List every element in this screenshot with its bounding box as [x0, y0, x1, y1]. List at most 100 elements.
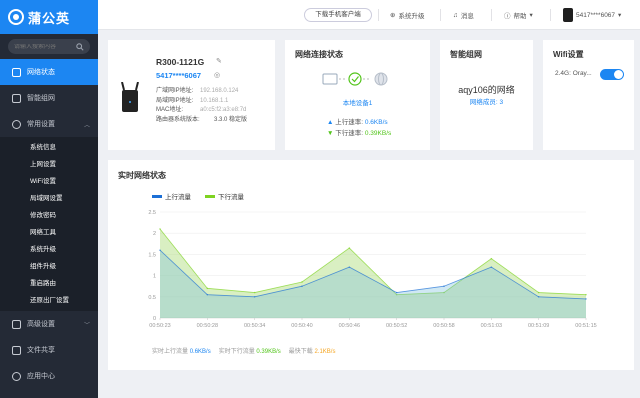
data-point	[253, 296, 256, 298]
messages-label: 消息	[460, 13, 474, 20]
download-app-button[interactable]: 下载手机客户端	[304, 8, 372, 22]
submenu-item-factory-reset[interactable]: 还原出厂设置	[0, 292, 98, 309]
footer-upload: 实时上行流量 0.6KB/s	[152, 346, 211, 355]
divider	[491, 9, 492, 21]
info-value: 3.3.0 稳定版	[214, 116, 248, 123]
data-point	[206, 293, 209, 296]
upgrade-icon: ⊕	[390, 12, 396, 19]
footer-download-value: 0.39KB/s	[256, 349, 281, 355]
upload-value: 0.6KB/s	[364, 119, 388, 126]
caret-down-icon: ▾	[618, 12, 622, 19]
sidebar-item-network-status[interactable]: 网络状态	[0, 59, 98, 85]
divider	[378, 9, 379, 21]
x-tick-label: 00:50:40	[291, 323, 312, 329]
footer-upload-value: 0.6KB/s	[189, 349, 211, 355]
submenu-item-component-upgrade[interactable]: 组件升级	[0, 258, 98, 275]
data-point	[348, 266, 351, 268]
data-point	[585, 298, 587, 300]
user-id: 5417****6067	[576, 11, 616, 19]
sidebar-item-advanced[interactable]: 高级设置 ﹀	[0, 311, 98, 337]
wifi-ssid: Oray...	[572, 70, 592, 77]
wifi-title: Wifi设置	[553, 50, 584, 59]
router-device-icon	[322, 73, 338, 85]
data-point	[301, 285, 303, 287]
wifi-toggle[interactable]	[600, 69, 624, 80]
sidebar-item-app-center[interactable]: 应用中心	[0, 363, 98, 389]
smart-network-name[interactable]: aqy106的网络	[440, 83, 533, 96]
footer-peak: 最快下载 2.1KB/s	[289, 346, 336, 355]
data-point	[301, 281, 303, 283]
smart-network-title: 智能组网	[450, 50, 482, 59]
sidebar-item-file-share[interactable]: 文件共享	[0, 337, 98, 363]
dandelion-logo-icon	[8, 9, 24, 25]
search-input[interactable]	[14, 43, 69, 50]
router-icon	[121, 82, 139, 112]
hide-eye-icon[interactable]: ◎	[214, 71, 220, 79]
connection-diagram	[322, 72, 388, 86]
submenu-item-lan[interactable]: 局域网设置	[0, 190, 98, 207]
data-point	[159, 228, 161, 230]
folder-icon	[12, 345, 21, 355]
submenu-item-wifi[interactable]: WiFi设置	[0, 173, 98, 190]
sidebar-item-label: 文件共享	[27, 347, 55, 354]
search-icon[interactable]	[76, 42, 84, 51]
upload-rate: ▲ 上行速率: 0.6KB/s	[327, 116, 388, 126]
wifi-band: 2.4G:	[555, 70, 571, 77]
sidebar-item-label: 应用中心	[27, 373, 55, 380]
legend-swatch	[205, 194, 215, 198]
smart-network-card: 智能组网 aqy106的网络 网络成员: 3	[440, 40, 533, 150]
wifi-band-row: 2.4G: Oray...	[555, 70, 592, 77]
submenu-item-reboot[interactable]: 重启路由	[0, 275, 98, 292]
sidebar-item-smart-network[interactable]: 智能组网	[0, 85, 98, 111]
realtime-card: 实时网络状态 上行流量 下行流量 0 0.5 1 1.5 2 2.5 00:50:23 00:…	[108, 160, 634, 370]
sidebar-item-common-settings[interactable]: 常用设置 ︿	[0, 111, 98, 137]
x-tick-label: 00:50:28	[197, 323, 218, 329]
divider	[440, 9, 441, 21]
advanced-icon	[12, 319, 21, 329]
globe-icon	[374, 72, 388, 86]
info-value: 10.168.1.1	[200, 97, 229, 104]
submenu-item-system-info[interactable]: 系统信息	[0, 139, 98, 156]
sidebar-item-label: 智能组网	[27, 95, 55, 102]
info-row: MAC地址: a0:c5:f2:a3:e8:7d	[156, 106, 247, 116]
y-tick-label: 0.5	[148, 295, 156, 301]
connection-title: 网络连接状态	[295, 50, 343, 59]
info-row: 局域网IP地址: 10.168.1.1	[156, 97, 247, 107]
info-label: 广域网IP地址:	[156, 88, 194, 94]
user-menu[interactable]: 5417****6067 ▾	[563, 8, 621, 22]
sidebar-item-label: 常用设置	[27, 121, 55, 128]
download-label: 下行速率:	[335, 130, 364, 137]
submenu-item-password[interactable]: 修改密码	[0, 207, 98, 224]
submenu-item-network-tools[interactable]: 网络工具	[0, 224, 98, 241]
data-point	[395, 291, 398, 294]
submenu-item-system-upgrade[interactable]: 系统升级	[0, 241, 98, 258]
members-label: 网络成员:	[469, 99, 498, 106]
data-point	[490, 257, 493, 260]
brand-logo[interactable]: 蒲公英	[0, 0, 98, 34]
data-point	[585, 293, 587, 296]
chevron-down-icon: ﹀	[83, 322, 90, 329]
x-tick-label: 00:50:34	[244, 323, 265, 329]
y-tick-label: 1.5	[148, 252, 156, 258]
network-icon	[12, 93, 21, 103]
info-label: 路由器系统版本:	[156, 116, 200, 123]
local-device-link[interactable]: 本地设备1	[285, 97, 430, 107]
help-menu[interactable]: ⓘ 帮助 ▾	[504, 10, 533, 20]
sidebar-item-label: 网络状态	[27, 69, 55, 76]
info-value: a0:c5:f2:a3:e8:7d	[200, 107, 247, 113]
info-value: 192.168.0.124	[200, 88, 239, 94]
upload-arrow-icon: ▲	[327, 119, 334, 126]
footer-download-label: 实时下行流量	[218, 349, 255, 355]
wifi-card: Wifi设置 2.4G: Oray...	[543, 40, 634, 150]
submenu-item-internet[interactable]: 上网设置	[0, 156, 98, 173]
edit-icon[interactable]: ✎	[216, 57, 222, 65]
messages-link[interactable]: ♫ 消息	[453, 10, 474, 21]
x-tick-label: 00:51:03	[481, 323, 502, 329]
download-arrow-icon: ▼	[327, 130, 334, 137]
router-avatar-icon	[563, 8, 573, 22]
data-point	[537, 291, 540, 294]
system-upgrade-link[interactable]: ⊕ 系统升级	[390, 10, 424, 20]
sidebar-search	[8, 39, 90, 54]
brand-name: 蒲公英	[28, 10, 71, 26]
device-info-list: 广域网IP地址: 192.168.0.124 局域网IP地址: 10.168.1.1…	[156, 87, 247, 125]
